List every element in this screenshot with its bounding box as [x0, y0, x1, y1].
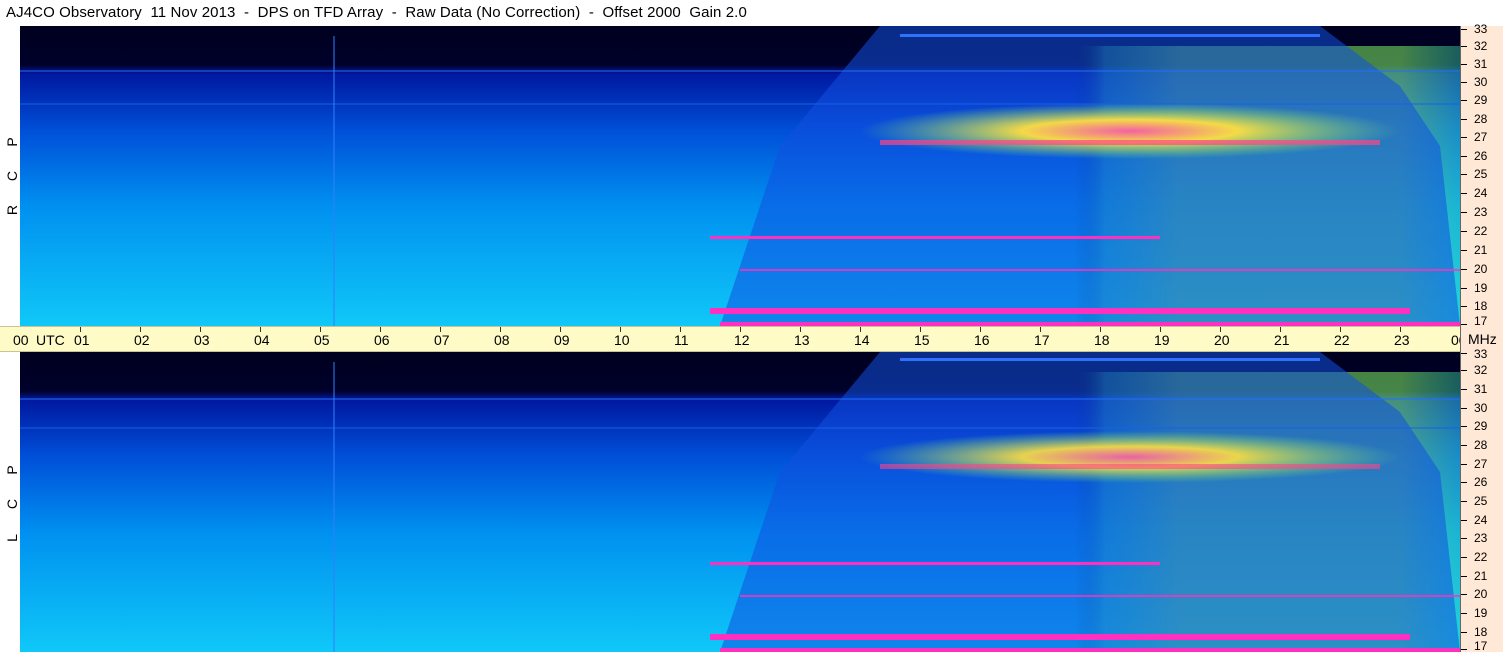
- rcp-freq-23: 23: [1474, 205, 1488, 219]
- utc-label-09: 09: [554, 332, 570, 348]
- lcp-label: L C P: [0, 352, 20, 652]
- rcp-freq-32: 32: [1474, 39, 1488, 53]
- lcp-freq-21: 21: [1474, 569, 1488, 583]
- rcp-freq-25: 25: [1474, 167, 1488, 181]
- utc-label-19: 19: [1154, 332, 1170, 348]
- lcp-freq-32: 32: [1474, 363, 1488, 377]
- rcp-freq-28: 28: [1474, 112, 1488, 126]
- lcp-letter-p: P: [4, 465, 20, 475]
- lcp-freq-33: 33: [1474, 347, 1488, 361]
- lcp-freq-26: 26: [1474, 475, 1488, 489]
- utc-label-04: 04: [254, 332, 270, 348]
- utc-label-14: 14: [854, 332, 870, 348]
- lcp-freq-24: 24: [1474, 513, 1488, 527]
- lcp-spectrogram-image: [20, 352, 1460, 652]
- rcp-spectrogram-image: [20, 26, 1460, 326]
- rcp-freq-18: 18: [1474, 299, 1488, 313]
- freq-unit-label: MHz: [1468, 331, 1497, 347]
- utc-label-10: 10: [614, 332, 630, 348]
- rcp-freq-27: 27: [1474, 130, 1488, 144]
- rcp-freq-26: 26: [1474, 149, 1488, 163]
- lcp-spectrogram[interactable]: [20, 352, 1460, 652]
- utc-label-07: 07: [434, 332, 450, 348]
- lcp-freq-20: 20: [1474, 587, 1488, 601]
- rcp-letter-r: P: [4, 137, 20, 147]
- utc-label-12: 12: [734, 332, 750, 348]
- lcp-freq-28: 28: [1474, 438, 1488, 452]
- lcp-freq-22: 22: [1474, 550, 1488, 564]
- utc-label-start: 00: [13, 332, 29, 348]
- rcp-freq-33: 33: [1474, 22, 1488, 36]
- utc-label-16: 16: [974, 332, 990, 348]
- lcp-freq-31: 31: [1474, 382, 1488, 396]
- utc-label-15: 15: [914, 332, 930, 348]
- rcp-freq-22: 22: [1474, 224, 1488, 238]
- rcp-letter-p: R: [4, 204, 20, 216]
- utc-label-03: 03: [194, 332, 210, 348]
- rcp-label: P C R: [0, 26, 20, 326]
- lcp-freq-18: 18: [1474, 625, 1488, 639]
- rcp-frequency-axis: 33 32 31 30 29 28 27 26 25 24 23 22 21 2…: [1460, 22, 1503, 327]
- rcp-freq-30: 30: [1474, 75, 1488, 89]
- lcp-freq-19: 19: [1474, 606, 1488, 620]
- utc-time-axis: 00 UTC 01 02 03 04 05 06 07 08 09 10 11 …: [0, 326, 1467, 352]
- utc-label-23: 23: [1394, 332, 1410, 348]
- lcp-freq-27: 27: [1474, 457, 1488, 471]
- utc-label-02: 02: [134, 332, 150, 348]
- lcp-freq-29: 29: [1474, 419, 1488, 433]
- lcp-freq-23: 23: [1474, 531, 1488, 545]
- lcp-freq-17: 17: [1474, 639, 1488, 653]
- rcp-freq-21: 21: [1474, 243, 1488, 257]
- utc-label-20: 20: [1214, 332, 1230, 348]
- utc-label-06: 06: [374, 332, 390, 348]
- lcp-letter-c: C: [4, 498, 20, 510]
- rcp-freq-24: 24: [1474, 186, 1488, 200]
- utc-label-13: 13: [794, 332, 810, 348]
- utc-label-11: 11: [674, 332, 689, 348]
- utc-label-05: 05: [314, 332, 330, 348]
- utc-label-17: 17: [1034, 332, 1050, 348]
- rcp-spectrogram[interactable]: [20, 26, 1460, 326]
- utc-label-08: 08: [494, 332, 510, 348]
- title-bar: AJ4CO Observatory 11 Nov 2013 - DPS on T…: [0, 0, 1460, 27]
- rcp-letter-c: C: [4, 170, 20, 182]
- lcp-freq-30: 30: [1474, 401, 1488, 415]
- lcp-letter-l: L: [4, 534, 20, 542]
- utc-label-21: 21: [1274, 332, 1290, 348]
- rcp-freq-20: 20: [1474, 262, 1488, 276]
- rcp-freq-31: 31: [1474, 57, 1488, 71]
- rcp-freq-19: 19: [1474, 281, 1488, 295]
- lcp-frequency-axis: 33 32 31 30 29 28 27 26 25 24 23 22 21 2…: [1460, 348, 1503, 653]
- utc-label-22: 22: [1334, 332, 1350, 348]
- page-title: AJ4CO Observatory 11 Nov 2013 - DPS on T…: [6, 4, 747, 21]
- rcp-freq-29: 29: [1474, 93, 1488, 107]
- utc-label-18: 18: [1094, 332, 1110, 348]
- lcp-freq-25: 25: [1474, 494, 1488, 508]
- utc-unit-label: UTC: [36, 332, 65, 348]
- utc-label-01: 01: [74, 332, 90, 348]
